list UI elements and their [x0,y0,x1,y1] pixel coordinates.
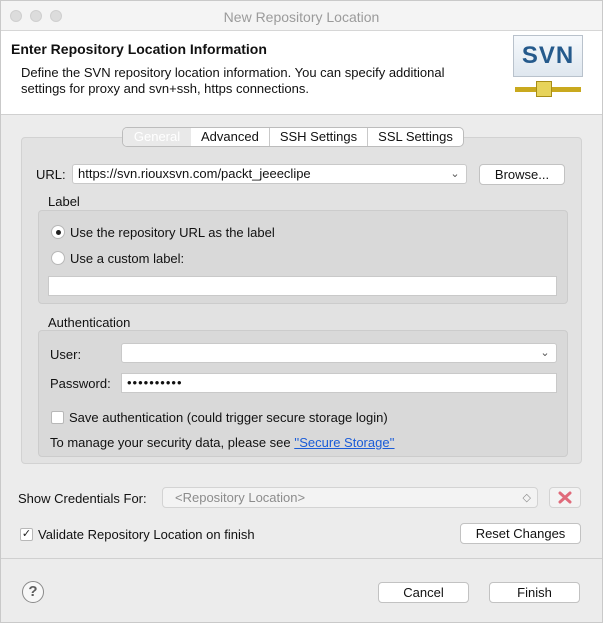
radio-custom-label-text[interactable]: Use a custom label: [70,251,184,266]
tab-advanced[interactable]: Advanced [191,128,269,146]
dialog-window: New Repository Location Enter Repository… [0,0,603,623]
manage-security-row: To manage your security data, please see… [50,435,395,450]
validate-checkbox[interactable]: ✓ [20,528,33,541]
radio-use-repo-url-label[interactable]: Use the repository URL as the label [70,225,275,240]
url-value: https://svn.riouxsvn.com/packt_jeeeclipe [78,166,311,181]
password-field[interactable]: •••••••••• [121,373,557,393]
chevron-down-icon[interactable]: ⌄ [447,167,463,181]
reset-changes-button[interactable]: Reset Changes [460,523,581,544]
finish-button[interactable]: Finish [489,582,580,603]
browse-button[interactable]: Browse... [479,164,565,185]
delete-credentials-button[interactable] [549,487,581,508]
tab-ssh-settings[interactable]: SSH Settings [268,128,367,146]
user-combobox[interactable]: ⌄ [121,343,557,363]
svn-logo-text: SVN [513,35,583,77]
url-label: URL: [36,167,66,182]
delete-icon [558,491,572,504]
validate-label[interactable]: Validate Repository Location on finish [38,527,255,542]
show-credentials-value: <Repository Location> [175,490,306,505]
label-group-title: Label [48,194,80,209]
chevron-down-icon[interactable]: ⌄ [537,346,553,360]
svn-logo: SVN [513,35,585,105]
url-combobox[interactable]: https://svn.riouxsvn.com/packt_jeeeclipe… [72,164,467,184]
custom-label-input[interactable] [48,276,557,296]
save-authentication-checkbox[interactable] [51,411,64,424]
svn-logo-node [536,81,552,97]
window-title: New Repository Location [223,9,380,25]
manage-security-text: To manage your security data, please see [50,435,291,450]
header-description: Define the SVN repository location infor… [21,65,445,96]
secure-storage-link[interactable]: ''Secure Storage'' [294,435,394,450]
up-down-arrows-icon: ◇ [522,492,531,504]
show-credentials-label: Show Credentials For: [18,491,147,506]
password-label: Password: [50,376,111,391]
title-bar: New Repository Location [1,1,602,31]
auth-group-title: Authentication [48,315,131,330]
tab-ssl-settings[interactable]: SSL Settings [367,128,463,146]
radio-custom-label[interactable] [51,251,65,265]
radio-selected-dot [56,230,61,235]
radio-use-repo-url[interactable] [51,225,65,239]
dialog-footer: ? Cancel Finish [1,558,602,622]
tab-bar: General Advanced SSH Settings SSL Settin… [122,127,464,147]
tab-general[interactable]: General [123,128,191,146]
help-icon[interactable]: ? [22,581,44,603]
header-banner: Enter Repository Location Information De… [1,31,602,115]
header-title: Enter Repository Location Information [11,41,267,57]
user-label: User: [50,347,82,362]
cancel-button[interactable]: Cancel [378,582,469,603]
show-credentials-combobox[interactable]: <Repository Location> ◇ [162,487,538,508]
save-authentication-label[interactable]: Save authentication (could trigger secur… [69,410,388,425]
